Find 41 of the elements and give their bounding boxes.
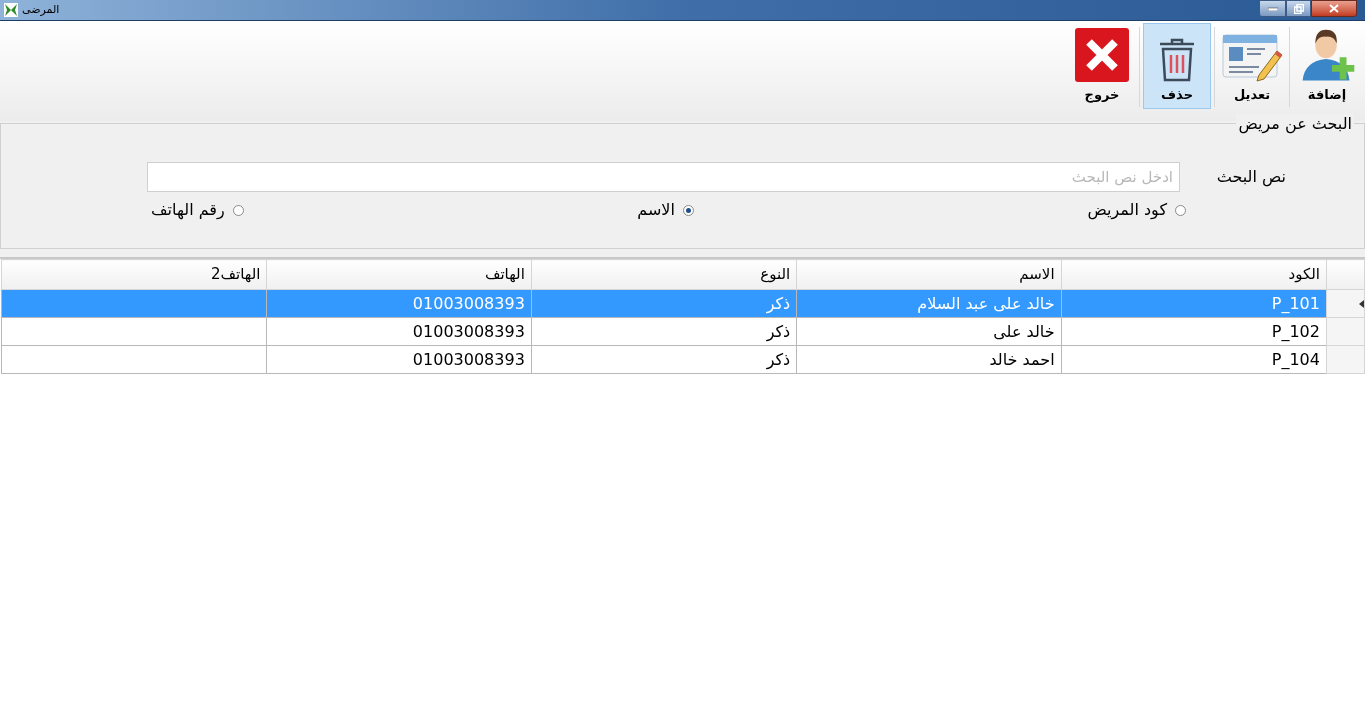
table-cell: احمد خالد	[796, 345, 1062, 374]
toolbar-button[interactable]: خروج	[1068, 23, 1136, 109]
column-header[interactable]: النوع	[531, 259, 797, 290]
window-title: المرضى	[22, 1, 60, 18]
table-cell: 01003008393	[266, 317, 532, 346]
minimize-button[interactable]	[1259, 0, 1286, 17]
minimize-icon	[1267, 6, 1278, 11]
table-cell: خالد على عبد السلام	[796, 289, 1062, 318]
corner-header	[1326, 259, 1365, 290]
table-cell: P_101	[1061, 289, 1327, 318]
table-cell: ذكر	[531, 317, 797, 346]
close-icon	[1074, 26, 1130, 83]
table-cell: خالد على	[796, 317, 1062, 346]
table-cell: ذكر	[531, 289, 797, 318]
row-pointer-icon	[1359, 299, 1364, 308]
table-cell: ذكر	[531, 345, 797, 374]
close-icon	[1329, 4, 1339, 13]
radio-button[interactable]	[1175, 204, 1186, 216]
search-field[interactable]: ادخل نص البحث	[147, 162, 1180, 192]
column-header[interactable]: الكود	[1061, 259, 1327, 290]
column-header[interactable]: الهاتف2	[1, 259, 267, 290]
table-cell: P_102	[1061, 317, 1327, 346]
table-cell: P_104	[1061, 345, 1327, 374]
toolbar-button[interactable]: تعديل	[1218, 23, 1286, 109]
radio-button[interactable]	[232, 204, 244, 216]
radio-option[interactable]: رقم الهاتف	[151, 198, 244, 222]
radio-option[interactable]: الاسم	[637, 198, 694, 222]
column-header[interactable]: الهاتف	[266, 259, 532, 290]
search-label: نص البحث	[1215, 166, 1286, 189]
table-cell: 01003008393	[266, 289, 532, 318]
trash-icon	[1157, 36, 1197, 83]
toolbar-button[interactable]: إضافة	[1293, 23, 1361, 109]
radio-button[interactable]	[682, 204, 694, 216]
group-title: البحث عن مريض	[1236, 114, 1354, 134]
column-header[interactable]: الاسم	[796, 259, 1062, 290]
toolbar-button[interactable]: حذف	[1143, 23, 1211, 109]
close-button[interactable]	[1311, 0, 1357, 17]
radio-option[interactable]: كود المريض	[1087, 198, 1186, 222]
table-cell: 01003008393	[266, 345, 532, 374]
restore-icon	[1293, 3, 1304, 14]
restore-button[interactable]	[1286, 0, 1311, 17]
